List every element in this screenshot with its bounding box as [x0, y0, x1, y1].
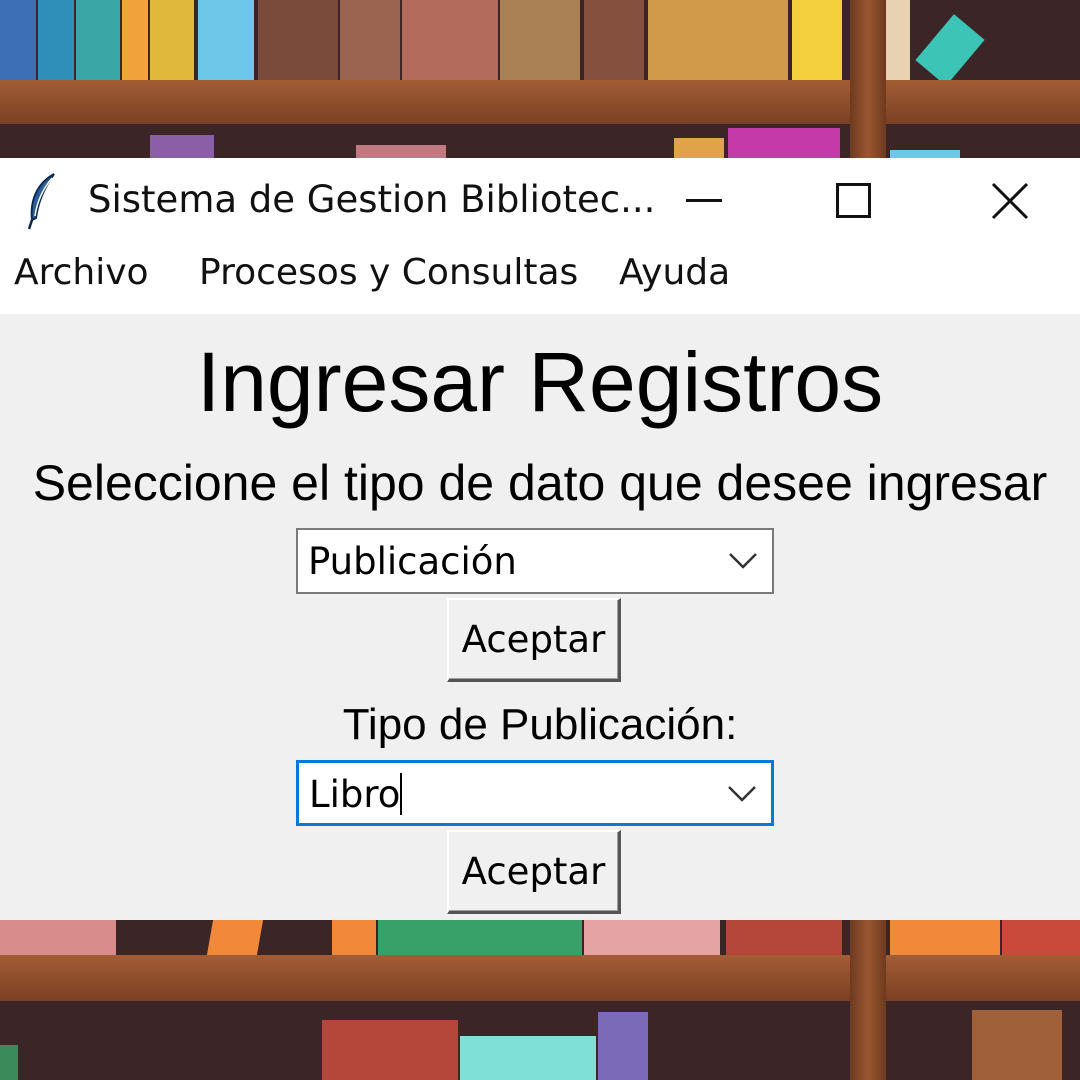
instruction-label: Seleccione el tipo de dato que desee ing… — [32, 455, 1048, 511]
form-panel: Ingresar Registros Seleccione el tipo de… — [0, 314, 1080, 920]
publication-type-label: Tipo de Publicación: — [342, 700, 738, 749]
menu-archivo[interactable]: Archivo — [14, 252, 149, 293]
menu-bar: Archivo Procesos y Consultas Ayuda — [0, 244, 1080, 314]
app-window: Sistema de Gestion Bibliotec... Archivo … — [0, 158, 1080, 920]
feather-app-icon — [27, 173, 55, 230]
title-bar[interactable]: Sistema de Gestion Bibliotec... — [0, 158, 1080, 244]
close-icon — [991, 182, 1029, 220]
data-type-combobox[interactable]: Publicación — [296, 528, 774, 594]
close-button[interactable] — [950, 158, 1070, 244]
window-title: Sistema de Gestion Bibliotec... — [88, 178, 656, 221]
maximize-icon — [836, 183, 871, 218]
text-caret — [400, 773, 403, 815]
maximize-button[interactable] — [794, 158, 914, 244]
accept-data-type-button[interactable]: Aceptar — [447, 598, 621, 682]
data-type-value: Publicación — [308, 540, 517, 583]
menu-ayuda[interactable]: Ayuda — [619, 252, 730, 293]
accept-publication-type-button[interactable]: Aceptar — [447, 830, 621, 914]
publication-type-combobox[interactable]: Libro — [296, 760, 774, 826]
page-title: Ingresar Registros — [196, 335, 884, 429]
chevron-down-icon[interactable] — [728, 550, 758, 572]
minimize-button[interactable] — [644, 158, 764, 244]
publication-type-value: Libro — [309, 773, 403, 816]
minimize-icon — [686, 199, 722, 202]
chevron-down-icon[interactable] — [727, 783, 757, 805]
menu-procesos-consultas[interactable]: Procesos y Consultas — [199, 252, 578, 293]
